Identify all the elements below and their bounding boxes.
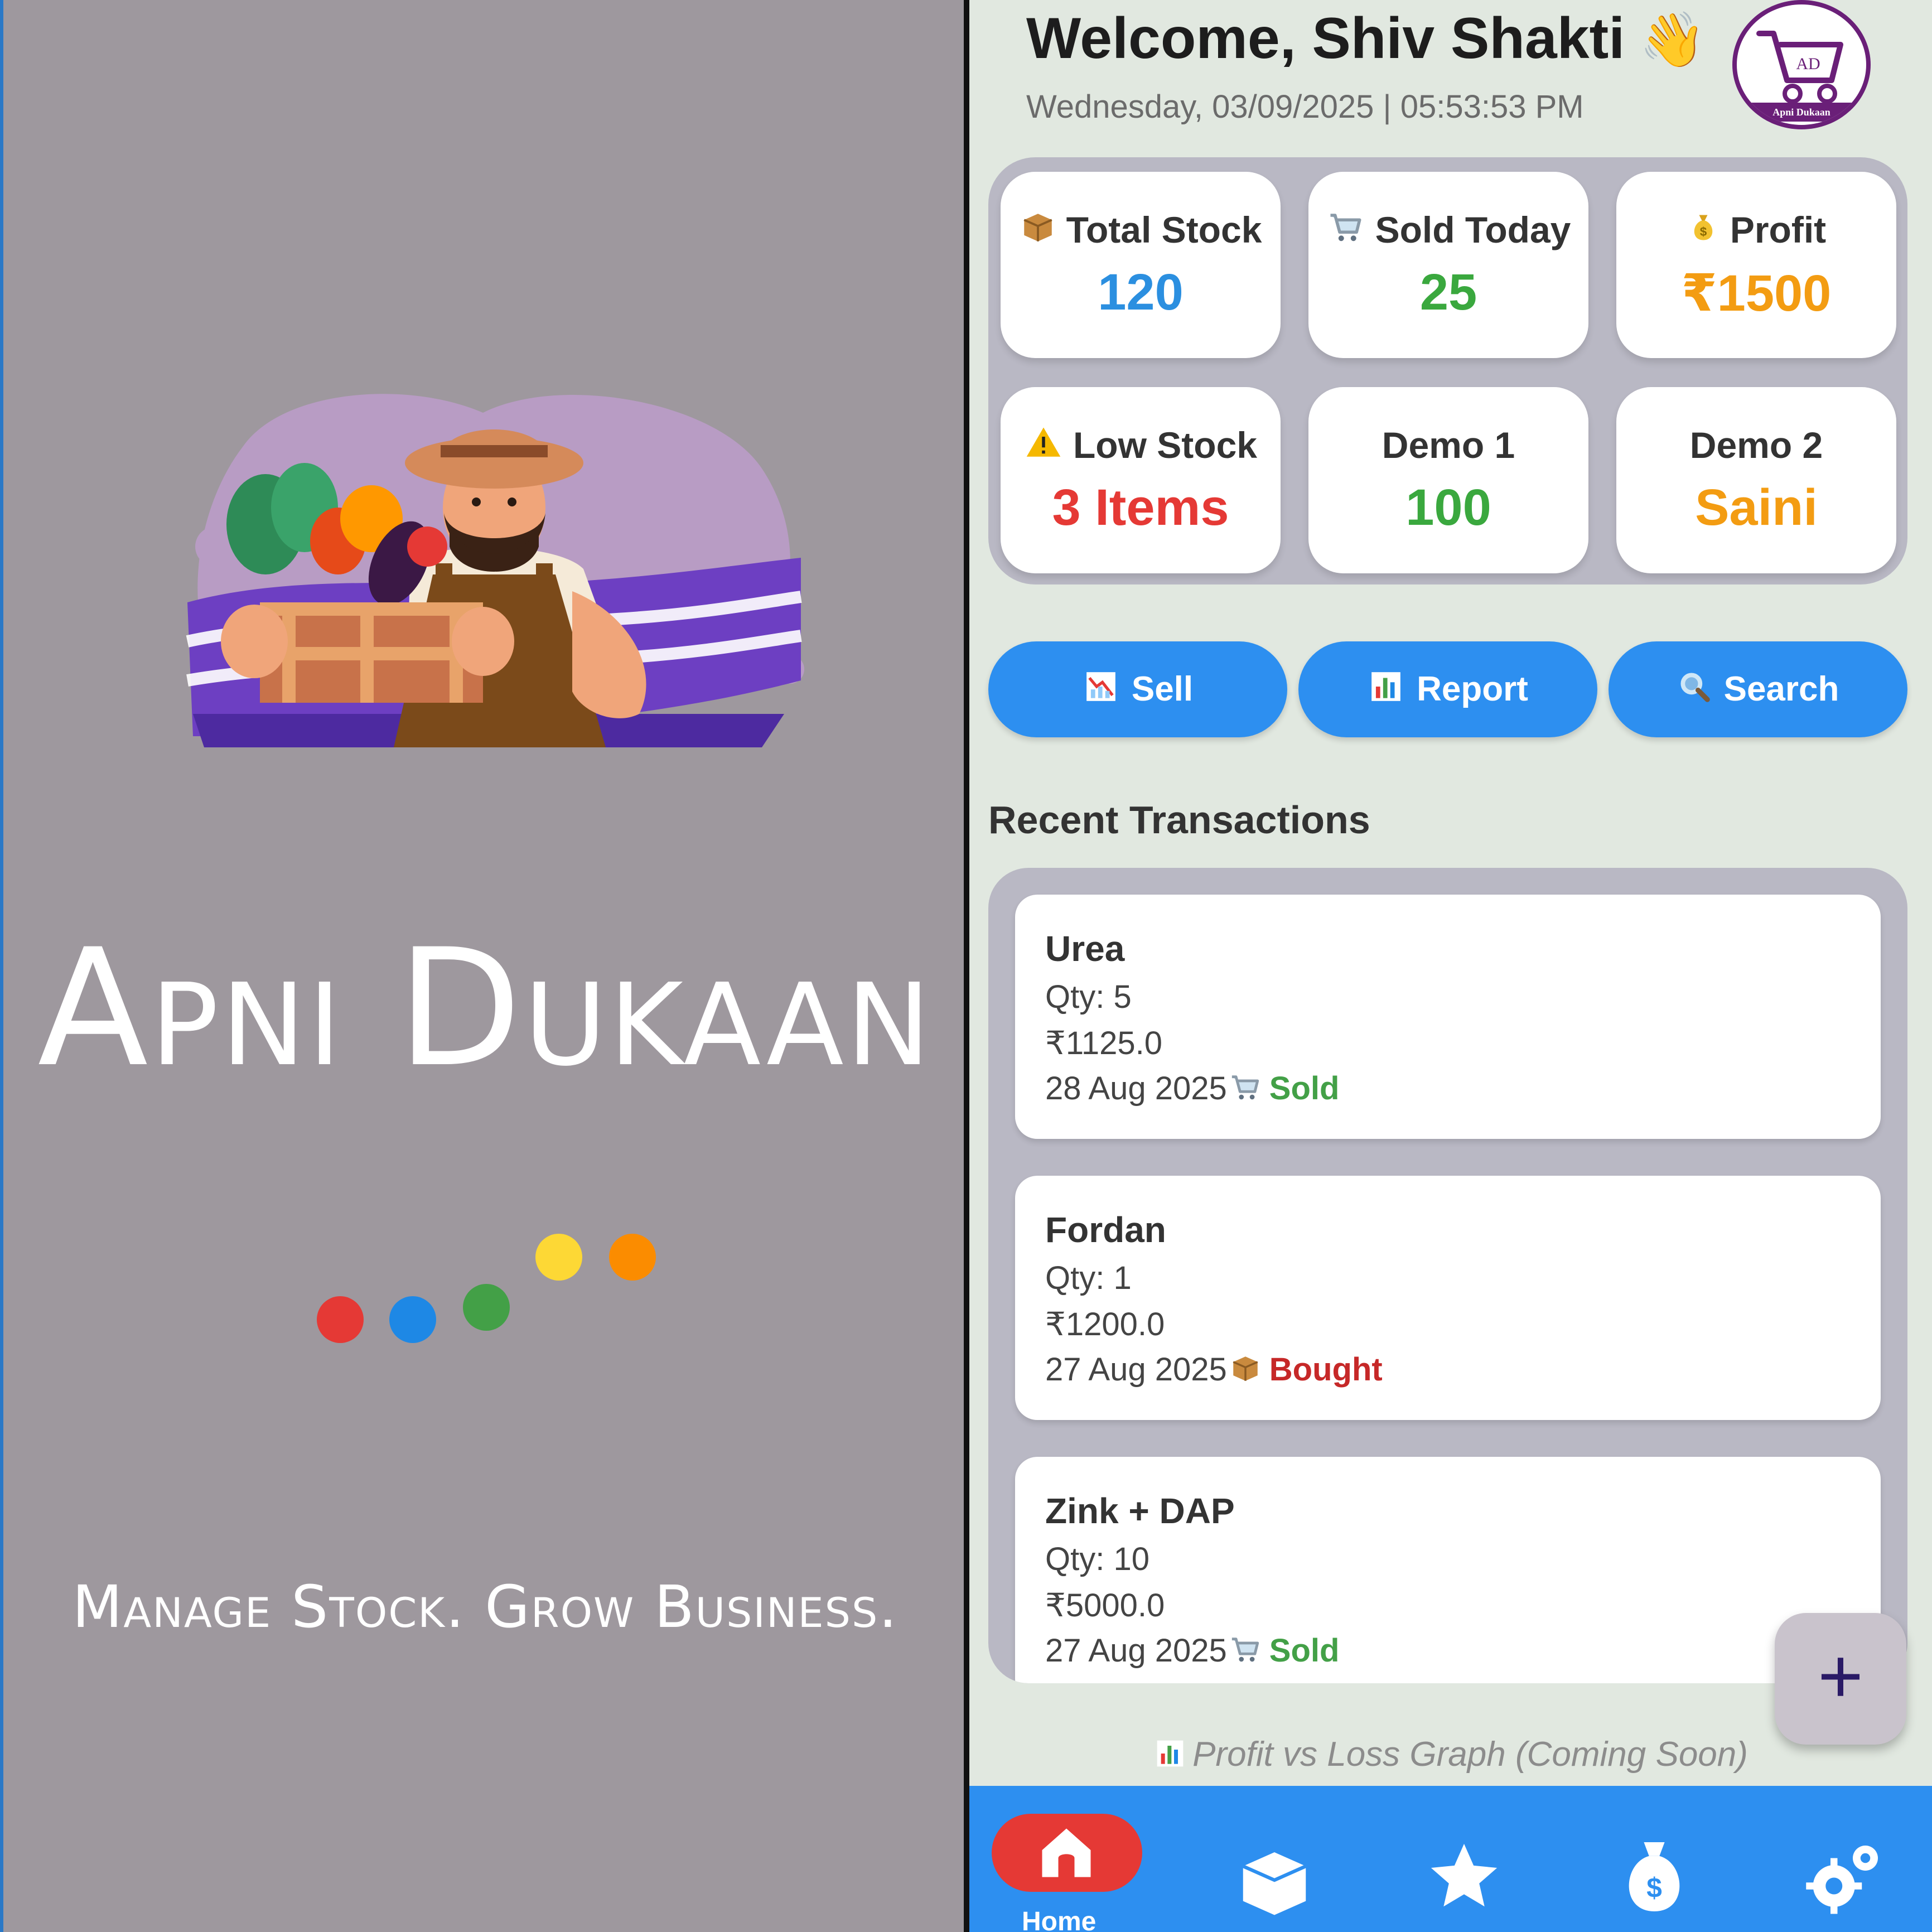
home-icon: [1042, 1828, 1091, 1877]
splash-screen: Apni Dukaan Manage Stock. Grow Business.: [0, 0, 964, 1932]
package-icon: [1020, 209, 1056, 254]
stat-value: 3 Items: [1052, 479, 1229, 536]
stat-label-text: Sold Today: [1375, 209, 1571, 250]
transaction-amount: ₹1200.0: [1045, 1306, 1165, 1342]
nav-home[interactable]: Home: [969, 1786, 1165, 1932]
nav-home-label: Home: [1022, 1907, 1097, 1932]
loader-dot-red: [317, 1296, 364, 1343]
search-label: Search: [1723, 670, 1839, 708]
logo-monogram: AD: [1796, 55, 1820, 73]
transaction-amount: ₹5000.0: [1045, 1587, 1165, 1624]
stat-card-demo-1[interactable]: Demo 1 100: [1308, 387, 1588, 573]
loader-dot-green: [463, 1284, 510, 1331]
svg-text:$: $: [1646, 1872, 1662, 1904]
stat-card-demo-2[interactable]: Demo 2 Saini: [1616, 387, 1896, 573]
stat-card-sold-today[interactable]: Sold Today 25: [1308, 172, 1588, 358]
transaction-date: 27 Aug 2025: [1045, 1632, 1227, 1669]
cart-icon: [1227, 1071, 1264, 1112]
bar-chart-icon: [1368, 645, 1404, 741]
search-icon: [1677, 645, 1712, 741]
package-icon: [1227, 1353, 1264, 1393]
stat-label-text: Profit: [1730, 209, 1827, 250]
panel-divider: [964, 0, 969, 1932]
app-name: Apni Dukaan: [37, 915, 933, 1103]
nav-finance[interactable]: $: [1588, 1786, 1733, 1932]
loader-dot-blue: [389, 1296, 436, 1343]
tagline: Manage Stock. Grow Business.: [72, 1573, 899, 1641]
cart-logo-icon: AD Apni Dukaan: [1751, 31, 1852, 122]
transaction-status: Sold: [1269, 1632, 1340, 1669]
transaction-date-row: 28 Aug 2025 Sold: [1045, 1070, 1339, 1112]
transactions-list[interactable]: Urea Qty: 5 ₹1125.0 28 Aug 2025 Sold Ford…: [988, 868, 1907, 1683]
transaction-name: Zink + DAP: [1045, 1491, 1235, 1531]
loader-dot-yellow: [535, 1234, 582, 1281]
graph-coming-soon: Profit vs Loss Graph (Coming Soon): [969, 1735, 1932, 1778]
report-button[interactable]: Report: [1298, 641, 1597, 737]
graph-note-text: Profit vs Loss Graph (Coming Soon): [1192, 1735, 1748, 1774]
current-datetime: Wednesday, 03/09/2025 | 05:53:53 PM: [1026, 89, 1584, 125]
transaction-name: Urea: [1045, 929, 1125, 969]
box-icon: [1242, 1852, 1307, 1915]
transaction-qty: Qty: 10: [1045, 1541, 1149, 1577]
stat-label: $ Profit: [1616, 209, 1896, 254]
transaction-card[interactable]: Zink + DAP Qty: 10 ₹5000.0 27 Aug 2025 So…: [1015, 1457, 1881, 1683]
stats-panel: Total Stock 120 Sold Today 25 $ Profit ₹…: [988, 157, 1907, 585]
stat-value: Saini: [1695, 479, 1818, 536]
transaction-card[interactable]: Urea Qty: 5 ₹1125.0 28 Aug 2025 Sold: [1015, 895, 1881, 1139]
money-bag-icon: $: [1629, 1842, 1680, 1911]
nav-favorites[interactable]: [1399, 1786, 1544, 1932]
sell-button[interactable]: Sell: [988, 641, 1287, 737]
stat-value: 25: [1419, 264, 1477, 321]
transaction-status: Bought: [1269, 1351, 1383, 1388]
stat-card-low-stock[interactable]: Low Stock 3 Items: [1001, 387, 1281, 573]
gear-icon: [1806, 1846, 1878, 1914]
transaction-date-row: 27 Aug 2025 Sold: [1045, 1632, 1339, 1674]
transaction-status: Sold: [1269, 1070, 1340, 1107]
chart-down-icon: [1083, 645, 1119, 741]
stat-label-text: Low Stock: [1073, 424, 1258, 466]
farmer-illustration: [186, 394, 804, 747]
transaction-qty: Qty: 5: [1045, 979, 1132, 1015]
stat-label: Sold Today: [1308, 209, 1588, 254]
transaction-card[interactable]: Fordan Qty: 1 ₹1200.0 27 Aug 2025 Bought: [1015, 1176, 1881, 1420]
recent-transactions-title: Recent Transactions: [988, 798, 1370, 842]
sell-label: Sell: [1131, 670, 1194, 708]
transaction-qty: Qty: 1: [1045, 1260, 1132, 1296]
cart-icon: [1227, 1634, 1264, 1674]
warning-icon: [1024, 424, 1063, 470]
welcome-text: Welcome, Shiv Shakti: [1026, 6, 1625, 71]
nav-stock[interactable]: [1209, 1786, 1354, 1932]
add-button[interactable]: +: [1775, 1613, 1906, 1745]
bottom-navigation: Home $: [969, 1786, 1932, 1932]
dashboard-screen: Welcome, Shiv Shakti 👋 Wednesday, 03/09/2…: [969, 0, 1932, 1932]
stat-label: Demo 2: [1689, 424, 1823, 466]
app-logo[interactable]: AD Apni Dukaan: [1732, 0, 1871, 129]
bar-chart-icon: [1153, 1738, 1187, 1778]
stat-label: Demo 1: [1382, 424, 1515, 466]
search-button[interactable]: Search: [1609, 641, 1907, 737]
transaction-name: Fordan: [1045, 1210, 1166, 1250]
transaction-amount: ₹1125.0: [1045, 1025, 1162, 1061]
stat-label: Low Stock: [1001, 424, 1281, 470]
svg-text:$: $: [1700, 225, 1707, 239]
stat-label-text: Total Stock: [1066, 209, 1262, 250]
stat-card-profit[interactable]: $ Profit ₹1500: [1616, 172, 1896, 358]
logo-caption: Apni Dukaan: [1772, 107, 1830, 118]
stat-card-total-stock[interactable]: Total Stock 120: [1001, 172, 1281, 358]
stat-value: 100: [1405, 479, 1491, 536]
transaction-date: 27 Aug 2025: [1045, 1351, 1227, 1388]
transaction-date: 28 Aug 2025: [1045, 1070, 1227, 1107]
stat-value: 120: [1098, 264, 1184, 321]
money-bag-icon: $: [1687, 209, 1720, 254]
stat-label: Total Stock: [1001, 209, 1281, 254]
stat-value: ₹1500: [1681, 265, 1832, 322]
star-icon: [1431, 1843, 1498, 1907]
report-label: Report: [1417, 670, 1528, 708]
welcome-heading: Welcome, Shiv Shakti 👋: [1026, 6, 1706, 72]
loader-dot-orange: [609, 1234, 656, 1281]
nav-settings[interactable]: [1778, 1786, 1932, 1932]
wave-icon: 👋: [1639, 10, 1706, 70]
transaction-date-row: 27 Aug 2025 Bought: [1045, 1351, 1383, 1393]
cart-icon: [1326, 209, 1365, 254]
